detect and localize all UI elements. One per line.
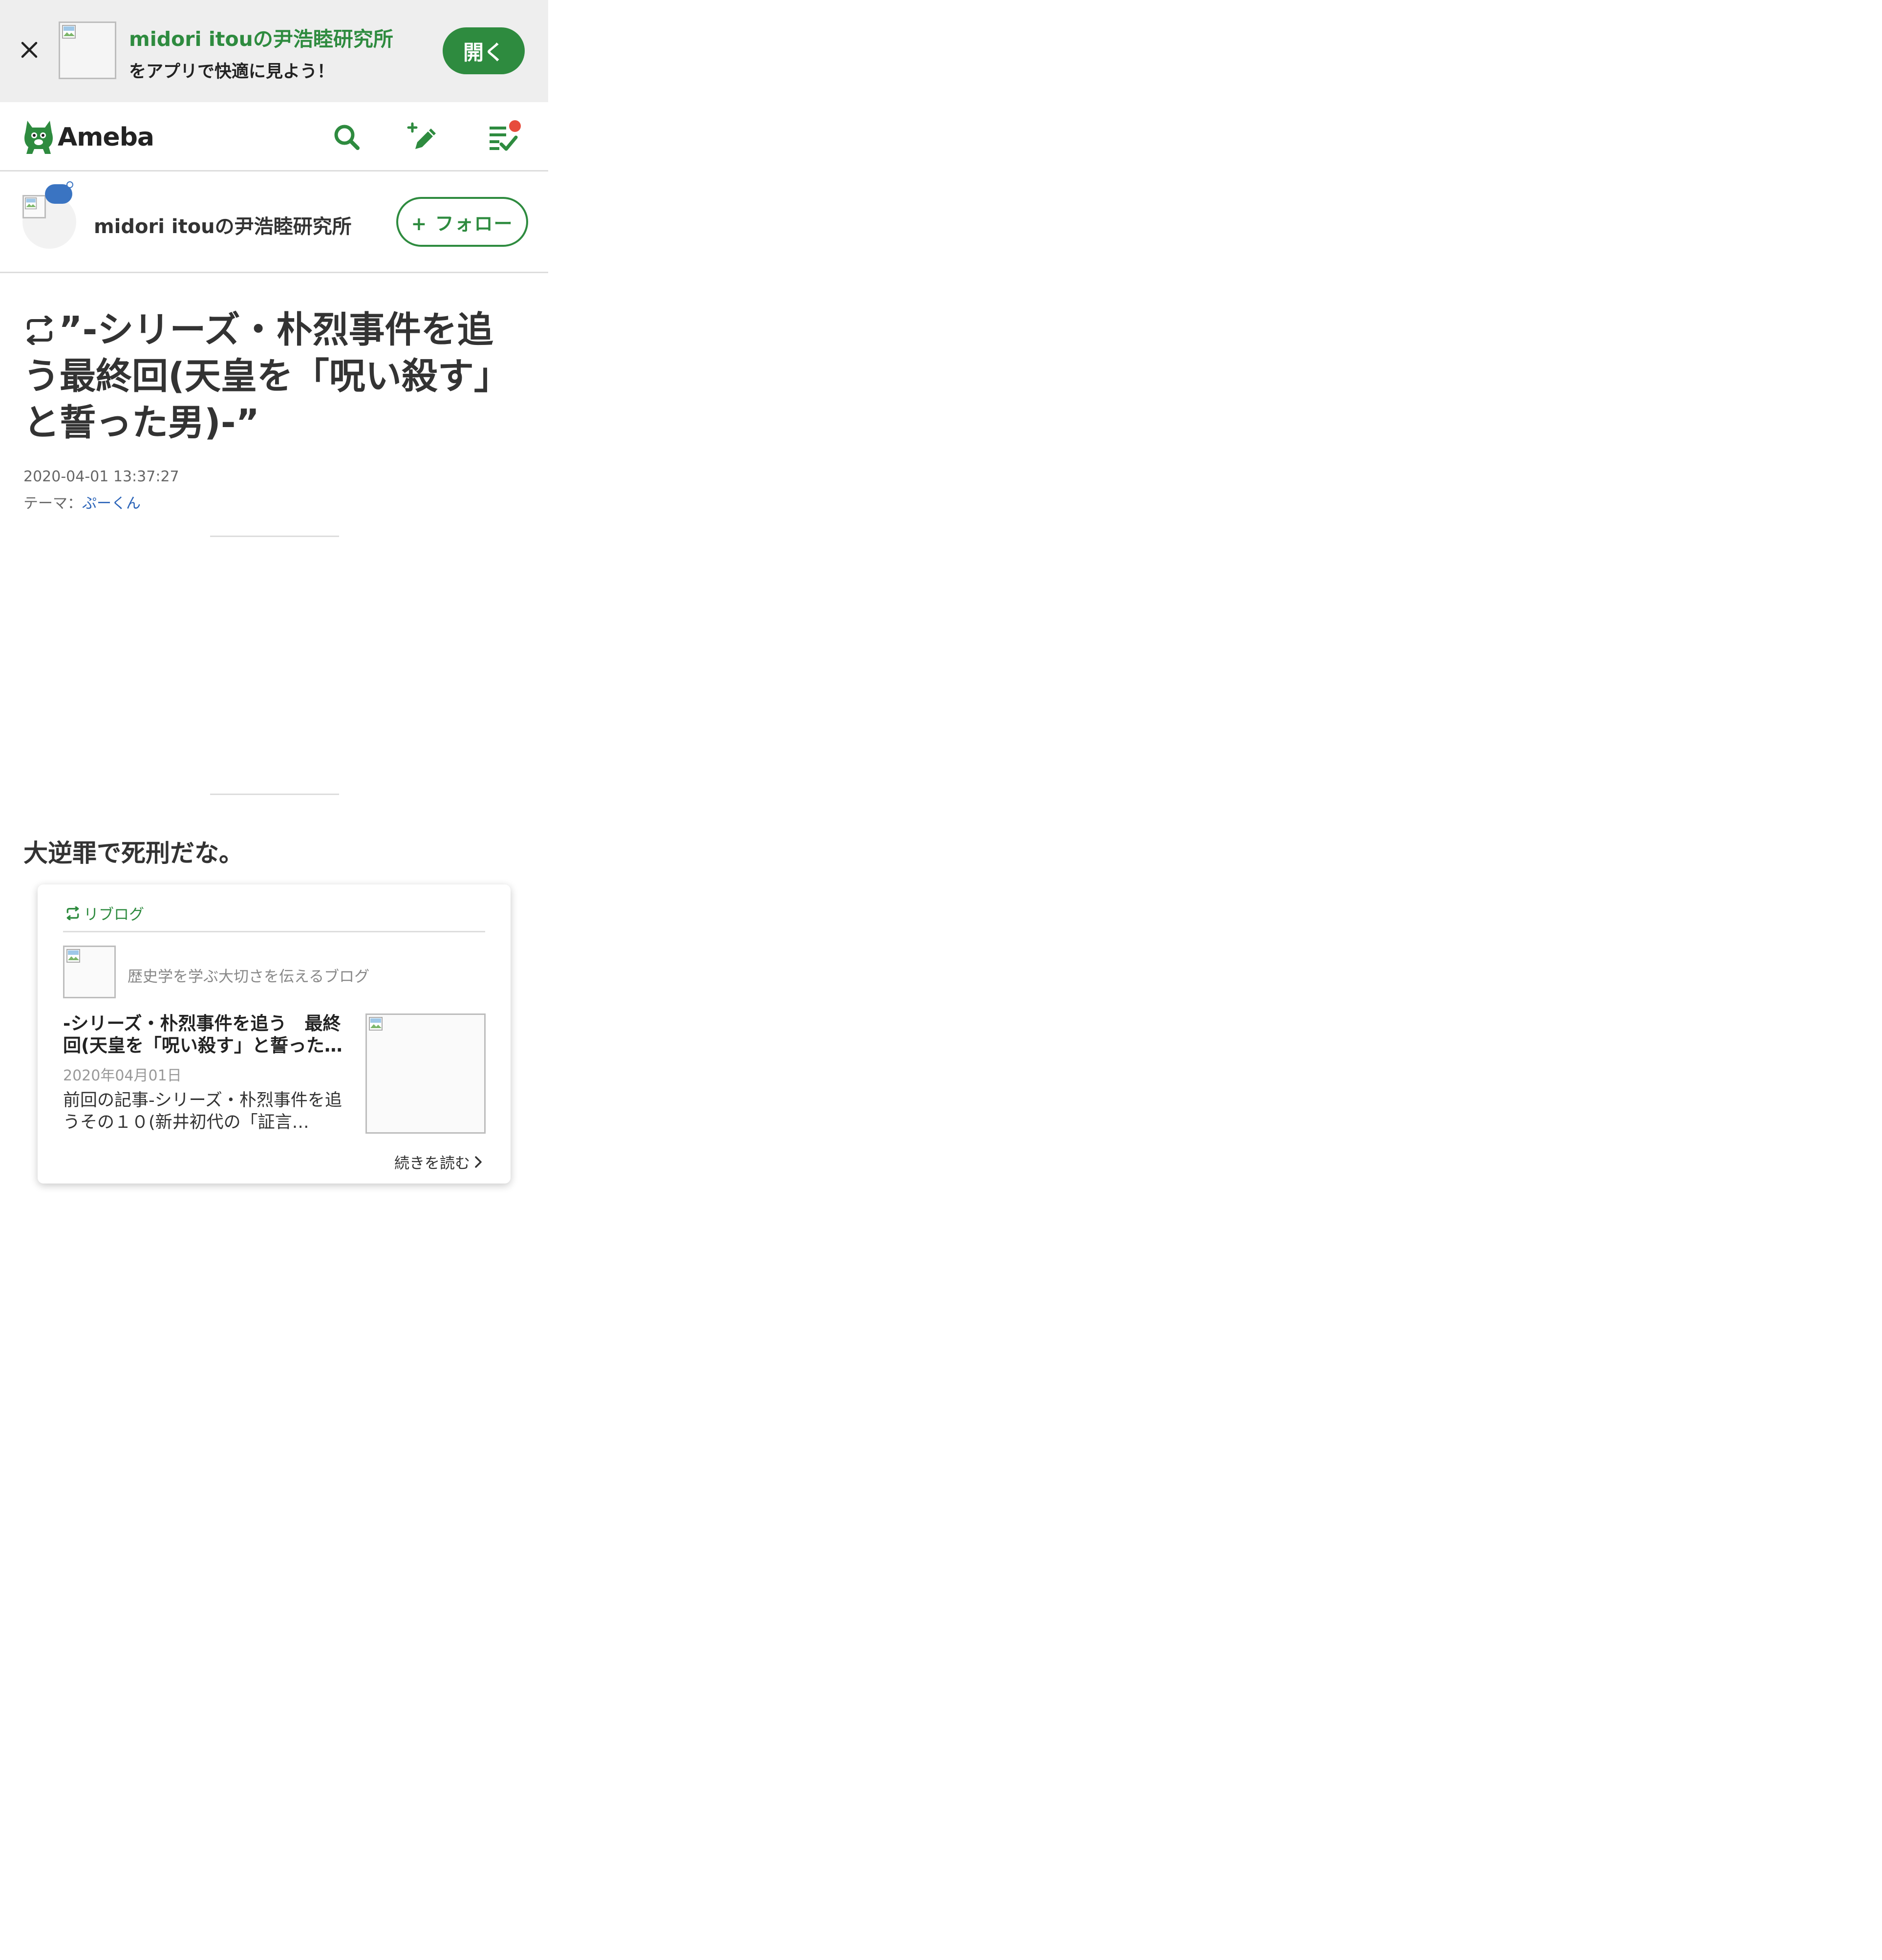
broken-image-icon xyxy=(62,25,76,39)
article-body-text: 大逆罪で死刑だな。 xyxy=(23,839,243,867)
reblog-post-image xyxy=(365,1013,486,1134)
avatar-image xyxy=(22,195,46,218)
notification-dot xyxy=(509,120,521,132)
open-app-button[interactable]: 開く xyxy=(443,27,525,74)
avatar-badge-dot xyxy=(66,181,73,188)
reblog-post-excerpt: 前回の記事-シリーズ・朴烈事件を追うその１０(新井初代の「証言… xyxy=(63,1091,342,1132)
read-more-label: 続きを読む xyxy=(394,1155,470,1172)
write-icon[interactable] xyxy=(406,122,437,153)
article-title: ”-シリーズ・朴烈事件を追う最終回(天皇を「呪い殺す」と誓った男)-” xyxy=(23,307,512,446)
reblog-icon xyxy=(27,316,52,345)
ameba-mascot-icon xyxy=(24,121,53,154)
blog-info-bar: midori itouの尹浩睦研究所 + フォロー xyxy=(0,172,548,273)
read-more-link[interactable]: 続きを読む xyxy=(394,1151,484,1173)
article-date: 2020-04-01 13:37:27 xyxy=(23,468,179,485)
reblog-icon xyxy=(66,906,79,920)
broken-image-icon xyxy=(369,1017,383,1031)
search-icon[interactable] xyxy=(331,122,363,153)
site-header: Ameba xyxy=(0,102,548,172)
banner-app-thumbnail xyxy=(59,22,116,79)
source-blog-thumbnail xyxy=(63,946,116,998)
reblog-divider xyxy=(63,931,485,932)
article-theme: テーマ：ぷーくん xyxy=(23,491,141,513)
theme-link[interactable]: ぷーくん xyxy=(82,495,141,512)
app-install-banner: midori itouの尹浩睦研究所 をアプリで快適に見よう！ 開く xyxy=(0,0,548,102)
source-blog-name: 歴史学を学ぶ大切さを伝えるブログ xyxy=(128,968,370,986)
ameba-logo[interactable]: Ameba xyxy=(22,119,154,156)
close-icon[interactable] xyxy=(19,39,40,61)
follow-button[interactable]: + フォロー xyxy=(396,197,528,247)
banner-title: midori itouの尹浩睦研究所 xyxy=(129,27,393,51)
reblog-post-date: 2020年04月01日 xyxy=(63,1067,182,1084)
banner-subtitle: をアプリで快適に見よう！ xyxy=(129,62,335,82)
reblog-post-title[interactable]: -シリーズ・朴烈事件を追う 最終回(天皇を「呪い殺す」と誓った… xyxy=(63,1012,356,1056)
theme-label: テーマ： xyxy=(23,495,82,512)
reblog-label-text: リブログ xyxy=(84,906,144,924)
blog-name[interactable]: midori itouの尹浩睦研究所 xyxy=(94,211,352,239)
reblog-label: リブログ xyxy=(65,902,144,924)
reblog-card[interactable]: リブログ 歴史学を学ぶ大切さを伝えるブログ -シリーズ・朴烈事件を追う 最終回(… xyxy=(38,884,511,1184)
article-title-text: ”-シリーズ・朴烈事件を追う最終回(天皇を「呪い殺す」と誓った男)-” xyxy=(23,309,510,444)
chevron-right-icon xyxy=(475,1156,482,1168)
ad-slot xyxy=(210,537,339,794)
broken-image-icon xyxy=(66,949,80,963)
logo-text: Ameba xyxy=(58,123,154,152)
ad-divider-bottom xyxy=(210,794,339,795)
broken-image-icon xyxy=(25,197,37,210)
